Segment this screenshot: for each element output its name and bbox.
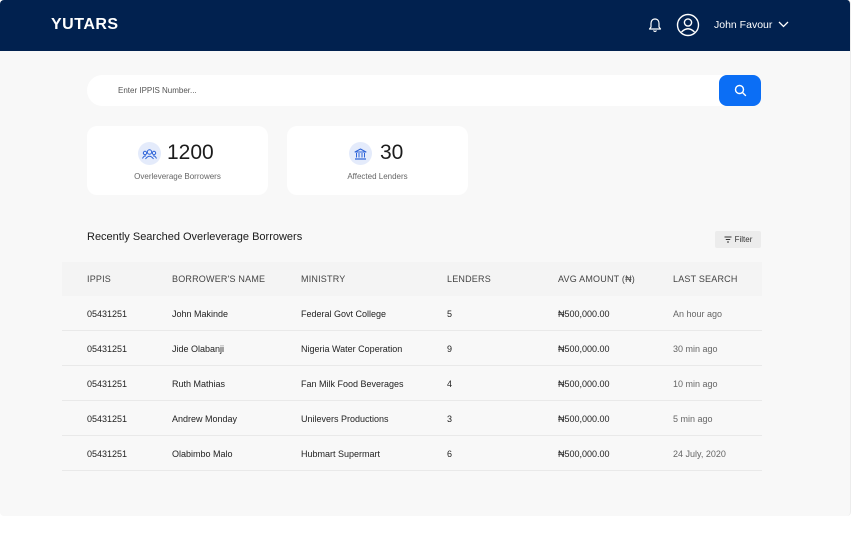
col-header-last-search[interactable]: LAST SEARCH	[673, 274, 738, 284]
cell-ippis: 05431251	[87, 379, 128, 389]
cell-ippis: 05431251	[87, 449, 128, 459]
cell-last-search: 24 July, 2020	[673, 449, 726, 459]
bell-icon[interactable]	[647, 17, 663, 34]
cell-last-search: An hour ago	[673, 309, 723, 319]
table-row[interactable]: 05431251 Andrew Monday Unilevers Product…	[62, 401, 762, 436]
cell-avg-amount: ₦500,000.00	[558, 344, 610, 354]
cell-lenders: 5	[447, 309, 453, 319]
cell-avg-amount: ₦500,000.00	[558, 309, 610, 319]
table-row[interactable]: 05431251 John Makinde Federal Govt Colle…	[62, 296, 762, 331]
user-name[interactable]: John Favour	[714, 19, 772, 31]
table-row[interactable]: 05431251 Olabimbo Malo Hubmart Supermart…	[62, 436, 762, 471]
cell-ministry: Unilevers Productions	[301, 414, 389, 424]
app-frame: YUTARS John Favour Enter IPPIS Number...…	[0, 0, 851, 516]
lenders-label: Affected Lenders	[347, 172, 408, 181]
cell-name: John Makinde	[172, 309, 229, 319]
filter-label: Filter	[734, 235, 753, 244]
chevron-down-icon[interactable]	[777, 18, 790, 31]
cell-last-search: 30 min ago	[673, 344, 718, 354]
cell-name: Andrew Monday	[172, 414, 238, 424]
cell-name: Ruth Mathias	[172, 379, 226, 389]
cell-ministry: Hubmart Supermart	[301, 449, 381, 459]
ippis-search-input[interactable]	[87, 75, 727, 106]
cell-last-search: 10 min ago	[673, 379, 718, 389]
col-header-ippis[interactable]: IPPIS	[87, 274, 111, 284]
lenders-count: 30	[380, 141, 404, 164]
col-header-avg-amount[interactable]: AVG AMOUNT (₦)	[558, 274, 635, 284]
cell-avg-amount: ₦500,000.00	[558, 414, 610, 424]
search-bar	[87, 75, 761, 106]
cell-ippis: 05431251	[87, 309, 128, 319]
search-icon	[734, 84, 746, 97]
cell-name: Jide Olabanji	[172, 344, 225, 354]
cell-avg-amount: ₦500,000.00	[558, 449, 610, 459]
table-row[interactable]: 05431251 Jide Olabanji Nigeria Water Cop…	[62, 331, 762, 366]
cell-name: Olabimbo Malo	[172, 449, 233, 459]
cell-ministry: Nigeria Water Coperation	[301, 344, 403, 354]
table-row[interactable]: 05431251 Ruth Mathias Fan Milk Food Beve…	[62, 366, 762, 401]
filter-button[interactable]: Filter	[715, 231, 761, 248]
cell-ippis: 05431251	[87, 344, 128, 354]
bank-icon	[349, 142, 372, 165]
brand-logo[interactable]: YUTARS	[51, 16, 119, 34]
cell-lenders: 6	[447, 449, 453, 459]
cell-ministry: Fan Milk Food Beverages	[301, 379, 404, 389]
borrowers-count: 1200	[167, 141, 214, 164]
borrowers-label: Overleverage Borrowers	[134, 172, 221, 181]
col-header-name[interactable]: BORROWER'S NAME	[172, 274, 265, 284]
table-header: IPPIS BORROWER'S NAME MINISTRY LENDERS A…	[62, 262, 762, 296]
cell-lenders: 3	[447, 414, 453, 424]
section-title: Recently Searched Overleverage Borrowers	[87, 231, 303, 243]
col-header-ministry[interactable]: MINISTRY	[301, 274, 345, 284]
cell-last-search: 5 min ago	[673, 414, 713, 424]
cell-avg-amount: ₦500,000.00	[558, 379, 610, 389]
borrowers-table: IPPIS BORROWER'S NAME MINISTRY LENDERS A…	[62, 262, 762, 471]
search-button[interactable]	[719, 75, 761, 106]
stat-card-borrowers: 1200 Overleverage Borrowers	[87, 126, 268, 195]
top-navbar: YUTARS John Favour	[0, 0, 850, 51]
cell-ministry: Federal Govt College	[301, 309, 387, 319]
cell-ippis: 05431251	[87, 414, 128, 424]
user-avatar-icon[interactable]	[676, 13, 700, 37]
users-group-icon	[138, 142, 161, 165]
stat-card-lenders: 30 Affected Lenders	[287, 126, 468, 195]
cell-lenders: 9	[447, 344, 453, 354]
filter-icon	[724, 236, 732, 243]
col-header-lenders[interactable]: LENDERS	[447, 274, 491, 284]
cell-lenders: 4	[447, 379, 453, 389]
